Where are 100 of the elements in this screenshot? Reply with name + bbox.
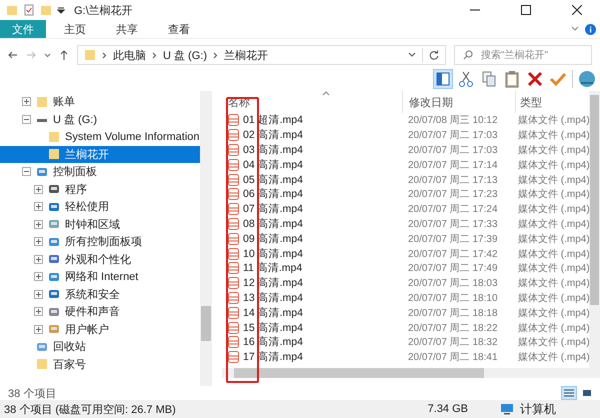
properties-icon[interactable] [23,4,35,16]
folder-icon [36,358,48,370]
scrollbar[interactable] [589,91,600,378]
tree-item[interactable]: 所有控制面板项 [65,234,142,250]
video-file-icon [228,336,239,348]
tree-item[interactable]: 用户帐户 [65,322,109,337]
tree-item[interactable]: 轻松使用 [65,199,109,214]
checkmark-icon[interactable] [549,70,567,88]
scrollbar[interactable] [222,368,589,378]
video-file-icon [228,277,239,290]
chevron-right-icon[interactable] [152,52,157,58]
chevron-down-icon[interactable] [571,26,579,32]
clipboard-icon[interactable] [503,70,521,88]
globe-icon[interactable] [578,70,596,88]
dropdown-icon[interactable] [57,6,65,14]
ribbon-tab[interactable]: 主页 [52,20,98,38]
folder-icon [84,49,96,61]
table-cell-text: 媒体文件 (.mp4) [517,202,588,216]
control-panel-icon [48,200,60,213]
table-cell-text: 媒体文件 (.mp4) [517,114,588,128]
close-icon[interactable] [572,5,582,15]
folder-icon [48,148,60,160]
expand-toggle[interactable] [34,272,43,282]
layout-pane-icon[interactable] [434,70,452,88]
control-panel-icon [48,288,60,300]
expand-toggle[interactable] [34,237,43,246]
back-arrow-icon[interactable] [8,50,18,60]
collapse-toggle[interactable] [22,114,31,124]
table-cell-text: 20/07/07 周二 17:42 [407,248,499,261]
tree-item[interactable]: 程序 [65,182,87,197]
collapse-toggle[interactable] [22,167,31,176]
tree-item[interactable]: 兰榈花开 [65,146,109,162]
table-cell-text: 20/07/07 周二 17:13 [407,174,499,187]
breadcrumb[interactable]: 此电脑 [113,48,146,62]
expand-toggle[interactable] [34,184,43,194]
selected-row-highlight[interactable]: 兰榈花开 [0,146,200,163]
refresh-icon[interactable] [429,50,439,60]
video-file-icon [228,158,239,171]
table-cell-text: 媒体文件 (.mp4) [517,188,588,202]
tree-item[interactable]: 网络和 Internet [65,269,138,284]
up-arrow-icon[interactable] [59,50,69,60]
control-panel-icon [48,236,60,248]
control-panel-icon [48,183,60,196]
details-view-icon[interactable] [562,387,576,399]
expand-toggle[interactable] [34,202,43,212]
table-cell-text: 20/07/07 周二 18:22 [407,322,499,335]
computer-icon [500,403,514,415]
expand-toggle[interactable] [34,324,43,334]
table-cell-text: 媒体文件 (.mp4) [517,232,588,246]
ribbon-tab[interactable]: 共享 [104,20,150,38]
video-file-icon [228,129,239,142]
video-file-icon [228,292,239,304]
table-cell-text: 媒体文件 (.mp4) [517,292,588,305]
expand-toggle[interactable] [34,254,43,264]
expand-toggle[interactable] [34,290,43,299]
tree-item[interactable]: 回收站 [53,339,86,354]
breadcrumb[interactable]: U 盘 (G:) [163,48,207,62]
delete-icon[interactable] [526,70,544,88]
video-file-icon [228,218,239,230]
scissors-icon[interactable] [457,70,475,88]
table-cell-text: 媒体文件 (.mp4) [517,218,588,231]
tree-item[interactable]: 百家号 [53,356,86,372]
table-cell-text: 媒体文件 (.mp4) [517,144,588,157]
breadcrumb[interactable]: 兰榈花开 [224,48,268,62]
table-cell-text: 20/07/07 周二 17:33 [407,218,499,231]
table-cell-text: 20/07/07 周二 17:23 [407,188,499,202]
expand-toggle[interactable] [34,220,43,229]
table-cell-text: 媒体文件 (.mp4) [517,350,588,364]
video-file-icon [228,188,239,200]
expand-toggle[interactable] [22,97,31,106]
ribbon-tab[interactable]: 查看 [156,20,202,38]
tree-item[interactable]: U 盘 (G:) [53,112,97,127]
control-panel-icon [48,253,60,266]
copy-icon[interactable] [480,70,498,88]
address-bar[interactable]: 此电脑 U 盘 (G:) 兰榈花开 [77,45,446,65]
video-file-icon [228,351,239,364]
scrollbar[interactable] [200,91,212,386]
help-icon[interactable] [585,24,596,34]
tree-item[interactable]: System Volume Information [65,130,200,143]
video-file-icon [228,248,239,260]
tree-item[interactable]: 外观和个性化 [65,252,131,267]
chevron-down-icon[interactable] [44,52,51,58]
tree-item[interactable]: 硬件和声音 [65,304,120,320]
chevron-down-icon[interactable] [408,52,416,58]
column-header[interactable]: 修改日期 [402,91,515,113]
chevron-right-icon[interactable] [213,52,218,58]
maximize-icon[interactable] [521,5,531,15]
folder-icon [48,130,60,143]
tree-item[interactable]: 系统和安全 [65,286,120,302]
table-cell-text: 媒体文件 (.mp4) [517,306,588,320]
search-field[interactable]: 搜索"兰榈花开" [454,45,592,65]
window-title: G:\兰榈花开 [74,4,133,18]
video-file-icon [228,203,239,216]
expand-toggle[interactable] [34,307,43,316]
table-cell-text: 20/07/07 周二 18:03 [407,277,499,290]
tree-item[interactable]: 时钟和区域 [65,216,120,232]
chevron-right-icon[interactable] [102,52,107,58]
tiles-view-icon[interactable] [580,387,594,399]
tree-item[interactable]: 账单 [53,94,75,110]
tree-item[interactable]: 控制面板 [53,164,97,180]
